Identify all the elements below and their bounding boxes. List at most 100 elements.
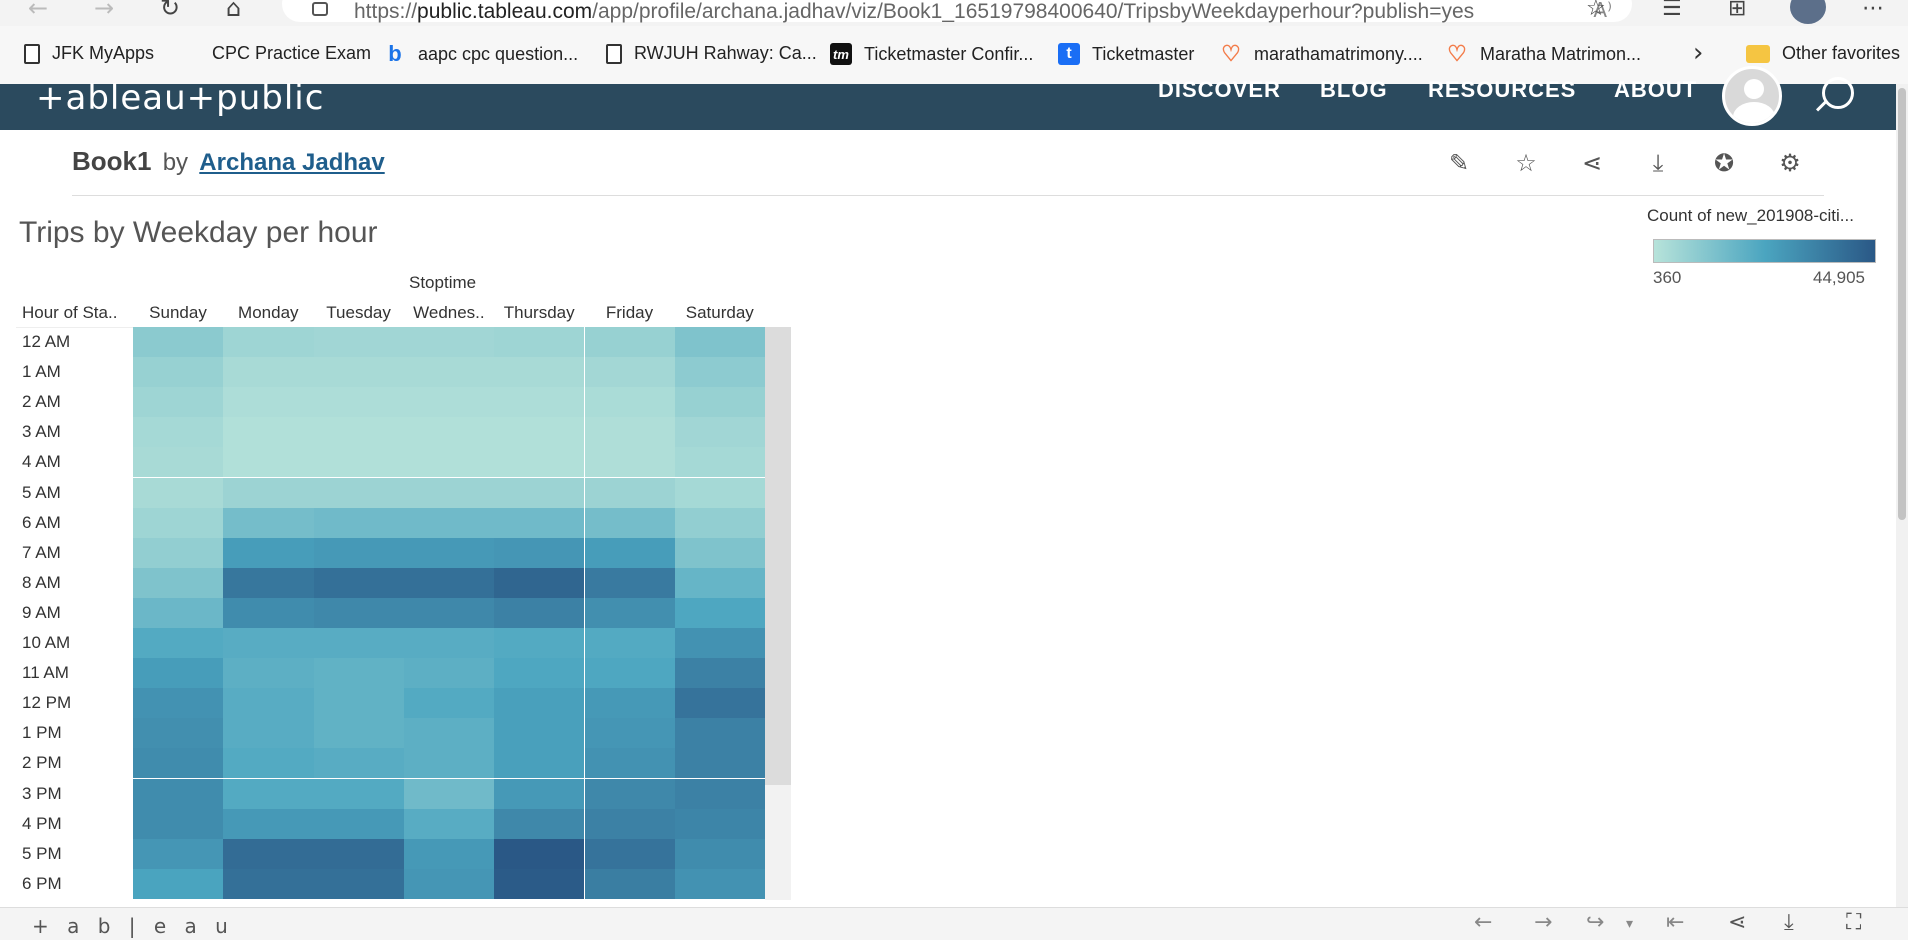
browser-profile-avatar[interactable] xyxy=(1790,0,1826,24)
heatmap-cell[interactable] xyxy=(133,868,224,899)
nav-blog[interactable]: BLOG xyxy=(1320,77,1388,103)
heatmap-cell[interactable] xyxy=(313,718,404,749)
heatmap-cell[interactable] xyxy=(674,417,765,448)
heatmap-cell[interactable] xyxy=(674,718,765,749)
heatmap-cell[interactable] xyxy=(584,748,675,779)
heatmap-cell[interactable] xyxy=(403,567,495,598)
heatmap-cell[interactable] xyxy=(223,507,314,538)
heatmap-cell[interactable] xyxy=(313,567,404,598)
revert-icon[interactable]: ↪ xyxy=(1586,910,1604,935)
heatmap-cell[interactable] xyxy=(494,417,585,448)
heatmap[interactable] xyxy=(133,327,765,900)
heatmap-cell[interactable] xyxy=(674,808,765,839)
settings-icon[interactable]: ⚙ xyxy=(1775,148,1805,178)
favorite-maratha-matrimony[interactable]: ♡ Maratha Matrimon... xyxy=(1446,41,1641,66)
heatmap-cell[interactable] xyxy=(313,597,404,628)
user-avatar[interactable] xyxy=(1722,66,1782,126)
heatmap-cell[interactable] xyxy=(313,688,404,719)
heatmap-cell[interactable] xyxy=(584,477,675,508)
heatmap-cell[interactable] xyxy=(133,567,224,598)
fullscreen-icon[interactable]: ⛶ xyxy=(1846,910,1861,935)
heatmap-cell[interactable] xyxy=(584,688,675,719)
heatmap-cell[interactable] xyxy=(133,447,224,478)
heatmap-cell[interactable] xyxy=(133,628,224,658)
heatmap-cell[interactable] xyxy=(313,417,404,448)
heatmap-cell[interactable] xyxy=(223,688,314,719)
lock-icon[interactable] xyxy=(312,2,328,16)
heatmap-cell[interactable] xyxy=(223,387,314,418)
heatmap-cell[interactable] xyxy=(403,537,495,568)
heatmap-cell[interactable] xyxy=(674,658,765,689)
heatmap-cell[interactable] xyxy=(403,357,495,388)
favorite-other[interactable]: Other favorites xyxy=(1746,43,1900,64)
heatmap-cell[interactable] xyxy=(674,447,765,478)
heatmap-cell[interactable] xyxy=(133,327,224,357)
share-icon[interactable]: ⋖ xyxy=(1728,910,1746,935)
download-icon[interactable]: ⤓ xyxy=(1784,910,1794,935)
heatmap-cell[interactable] xyxy=(403,628,495,658)
heatmap-cell[interactable] xyxy=(584,507,675,538)
download-icon[interactable]: ⤓ xyxy=(1643,148,1673,178)
heatmap-cell[interactable] xyxy=(674,688,765,719)
heatmap-cell[interactable] xyxy=(223,838,314,869)
heatmap-cell[interactable] xyxy=(584,808,675,839)
home-icon[interactable]: ⌂ xyxy=(226,0,241,22)
heatmap-cell[interactable] xyxy=(584,597,675,628)
page-scrollbar[interactable] xyxy=(1896,84,1908,907)
heatmap-cell[interactable] xyxy=(584,357,675,388)
heatmap-cell[interactable] xyxy=(223,537,314,568)
heatmap-cell[interactable] xyxy=(494,327,585,357)
heatmap-cell[interactable] xyxy=(494,628,585,658)
heatmap-cell[interactable] xyxy=(494,778,585,809)
heatmap-cell[interactable] xyxy=(133,808,224,839)
heatmap-cell[interactable] xyxy=(584,868,675,899)
favorites-icon[interactable]: ☰ xyxy=(1662,0,1682,21)
heatmap-cell[interactable] xyxy=(584,838,675,869)
heatmap-cell[interactable] xyxy=(674,567,765,598)
heatmap-cell[interactable] xyxy=(494,567,585,598)
heatmap-cell[interactable] xyxy=(223,447,314,478)
heatmap-cell[interactable] xyxy=(223,808,314,839)
scrollbar-thumb[interactable] xyxy=(765,327,791,785)
heatmap-cell[interactable] xyxy=(584,327,675,357)
scrollbar-thumb[interactable] xyxy=(1898,88,1906,520)
search-icon[interactable] xyxy=(1822,77,1854,109)
heatmap-cell[interactable] xyxy=(223,658,314,689)
heatmap-cell[interactable] xyxy=(494,688,585,719)
favorite-cpc-practice-exam[interactable]: CPC Practice Exam xyxy=(212,43,371,64)
heatmap-cell[interactable] xyxy=(133,718,224,749)
heatmap-cell[interactable] xyxy=(133,597,224,628)
favorite-star-icon[interactable]: ☆ xyxy=(1511,148,1541,178)
heatmap-cell[interactable] xyxy=(133,778,224,809)
heatmap-cell[interactable] xyxy=(584,718,675,749)
heatmap-cell[interactable] xyxy=(133,387,224,418)
heatmap-cell[interactable] xyxy=(133,477,224,508)
heatmap-cell[interactable] xyxy=(494,718,585,749)
heatmap-cell[interactable] xyxy=(674,838,765,869)
heatmap-cell[interactable] xyxy=(403,507,495,538)
author-link[interactable]: Archana Jadhav xyxy=(199,149,384,176)
favorite-aapc[interactable]: b aapc cpc question... xyxy=(384,41,578,66)
award-icon[interactable]: ✪ xyxy=(1709,148,1739,178)
heatmap-cell[interactable] xyxy=(403,477,495,508)
heatmap-cell[interactable] xyxy=(403,327,495,357)
heatmap-cell[interactable] xyxy=(223,597,314,628)
heatmap-cell[interactable] xyxy=(313,447,404,478)
reset-icon[interactable]: ⇤ xyxy=(1666,910,1684,935)
heatmap-cell[interactable] xyxy=(494,507,585,538)
heatmap-cell[interactable] xyxy=(674,477,765,508)
heatmap-cell[interactable] xyxy=(133,417,224,448)
heatmap-cell[interactable] xyxy=(223,778,314,809)
heatmap-cell[interactable] xyxy=(584,417,675,448)
heatmap-cell[interactable] xyxy=(494,447,585,478)
heatmap-cell[interactable] xyxy=(313,477,404,508)
heatmap-cell[interactable] xyxy=(403,387,495,418)
heatmap-cell[interactable] xyxy=(133,357,224,388)
favorite-rwjuh[interactable]: RWJUH Rahway: Ca... xyxy=(606,43,817,64)
heatmap-cell[interactable] xyxy=(223,327,314,357)
heatmap-cell[interactable] xyxy=(494,658,585,689)
nav-discover[interactable]: DISCOVER xyxy=(1158,77,1281,103)
heatmap-cell[interactable] xyxy=(674,748,765,779)
nav-resources[interactable]: RESOURCES xyxy=(1428,77,1576,103)
heatmap-cell[interactable] xyxy=(494,838,585,869)
